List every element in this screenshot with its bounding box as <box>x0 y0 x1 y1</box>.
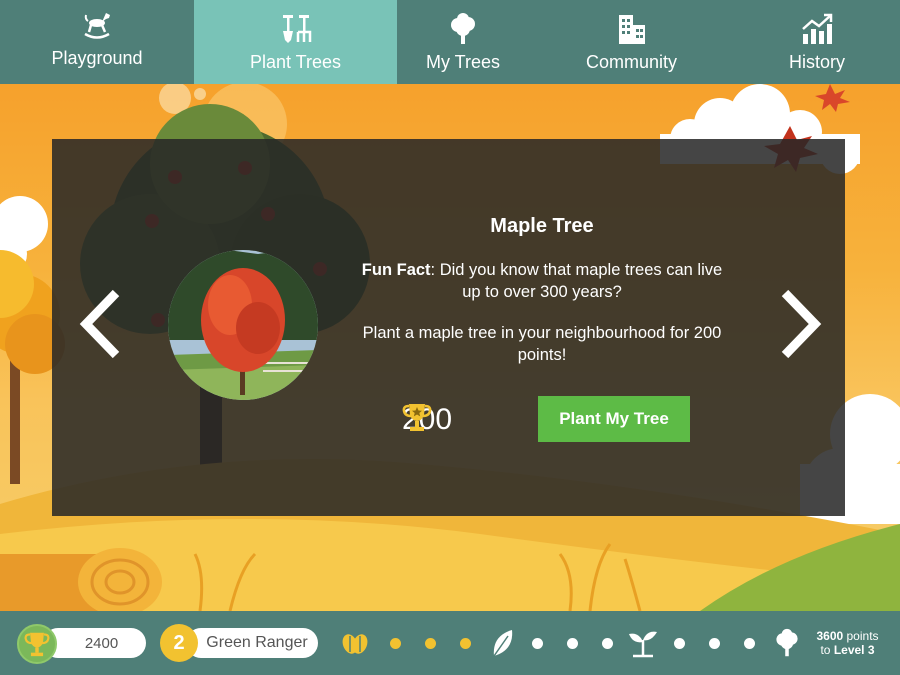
tree-icon <box>451 13 475 44</box>
tab-label: My Trees <box>425 52 500 72</box>
tree-title: Maple Tree <box>490 215 594 237</box>
trophy-icon <box>402 404 432 431</box>
progress-dot <box>567 638 578 649</box>
score-value: 2400 <box>84 634 119 652</box>
tree-offer-card: Maple Tree Fun Fact: Did you know that m… <box>52 139 845 516</box>
trophy-icon <box>24 632 50 657</box>
level-progress-track <box>340 627 770 659</box>
top-navigation: Playground Plant Trees My Trees Communit… <box>0 0 900 84</box>
progress-dot <box>390 638 401 649</box>
fun-fact-body: : Did you know that maple trees can live… <box>430 261 723 301</box>
progress-dot <box>425 638 436 649</box>
tab-label: Playground <box>51 48 143 68</box>
autumn-background: Maple Tree Fun Fact: Did you know that m… <box>0 84 900 611</box>
maple-tree-photo <box>168 250 318 400</box>
rank-title: Green Ranger <box>206 634 308 651</box>
buildings-icon <box>618 15 645 44</box>
fun-fact-label: Fun Fact <box>361 261 431 279</box>
target-level: Level 3 <box>833 643 875 657</box>
points-to-next-level: 3600 points to Level 3 <box>810 629 885 657</box>
next-arrow-button[interactable] <box>775 289 825 359</box>
chevron-right-icon <box>781 289 822 359</box>
garden-tools-icon <box>282 15 311 43</box>
chart-up-icon <box>802 13 833 44</box>
tab-history[interactable]: History <box>734 0 900 84</box>
tab-label: Community <box>585 52 678 72</box>
tab-my-trees[interactable]: My Trees <box>397 0 529 84</box>
tab-playground[interactable]: Playground <box>0 0 194 84</box>
progress-dot <box>674 638 685 649</box>
tab-label: Plant Trees <box>249 52 342 72</box>
points-needed: 3600 <box>816 629 844 643</box>
progress-dot <box>709 638 720 649</box>
progress-dot <box>744 638 755 649</box>
progress-dot <box>602 638 613 649</box>
level-number: 2 <box>173 631 185 654</box>
points-unit: points <box>843 629 879 643</box>
previous-arrow-button[interactable] <box>76 289 126 359</box>
rank-title-display: Green Ranger <box>186 628 318 658</box>
progress-dot <box>460 638 471 649</box>
score-trophy-badge <box>17 624 57 664</box>
score-display: 2400 <box>43 628 146 658</box>
chevron-left-icon <box>79 289 120 359</box>
tab-label: History <box>788 52 845 72</box>
reward-points: 200 <box>402 401 452 439</box>
target-prefix: to <box>820 643 834 657</box>
rocking-horse-icon <box>84 13 110 39</box>
plant-my-tree-button[interactable]: Plant My Tree <box>538 396 690 442</box>
maple-tree-illustration <box>168 250 318 400</box>
tab-community[interactable]: Community <box>529 0 734 84</box>
progress-dot <box>532 638 543 649</box>
status-bar: 2400 Green Ranger 2 3600 points to Level… <box>0 611 900 675</box>
plant-message: Plant a maple tree in your neighbourhood… <box>362 324 722 364</box>
fun-fact-text: Fun Fact: Did you know that maple trees … <box>352 259 732 303</box>
level-badge: 2 <box>160 624 198 662</box>
seeds-icon <box>342 634 368 654</box>
tree-icon <box>776 628 798 657</box>
leaf-icon <box>493 630 513 657</box>
sprout-icon <box>629 631 657 658</box>
tab-plant-trees[interactable]: Plant Trees <box>194 0 397 84</box>
